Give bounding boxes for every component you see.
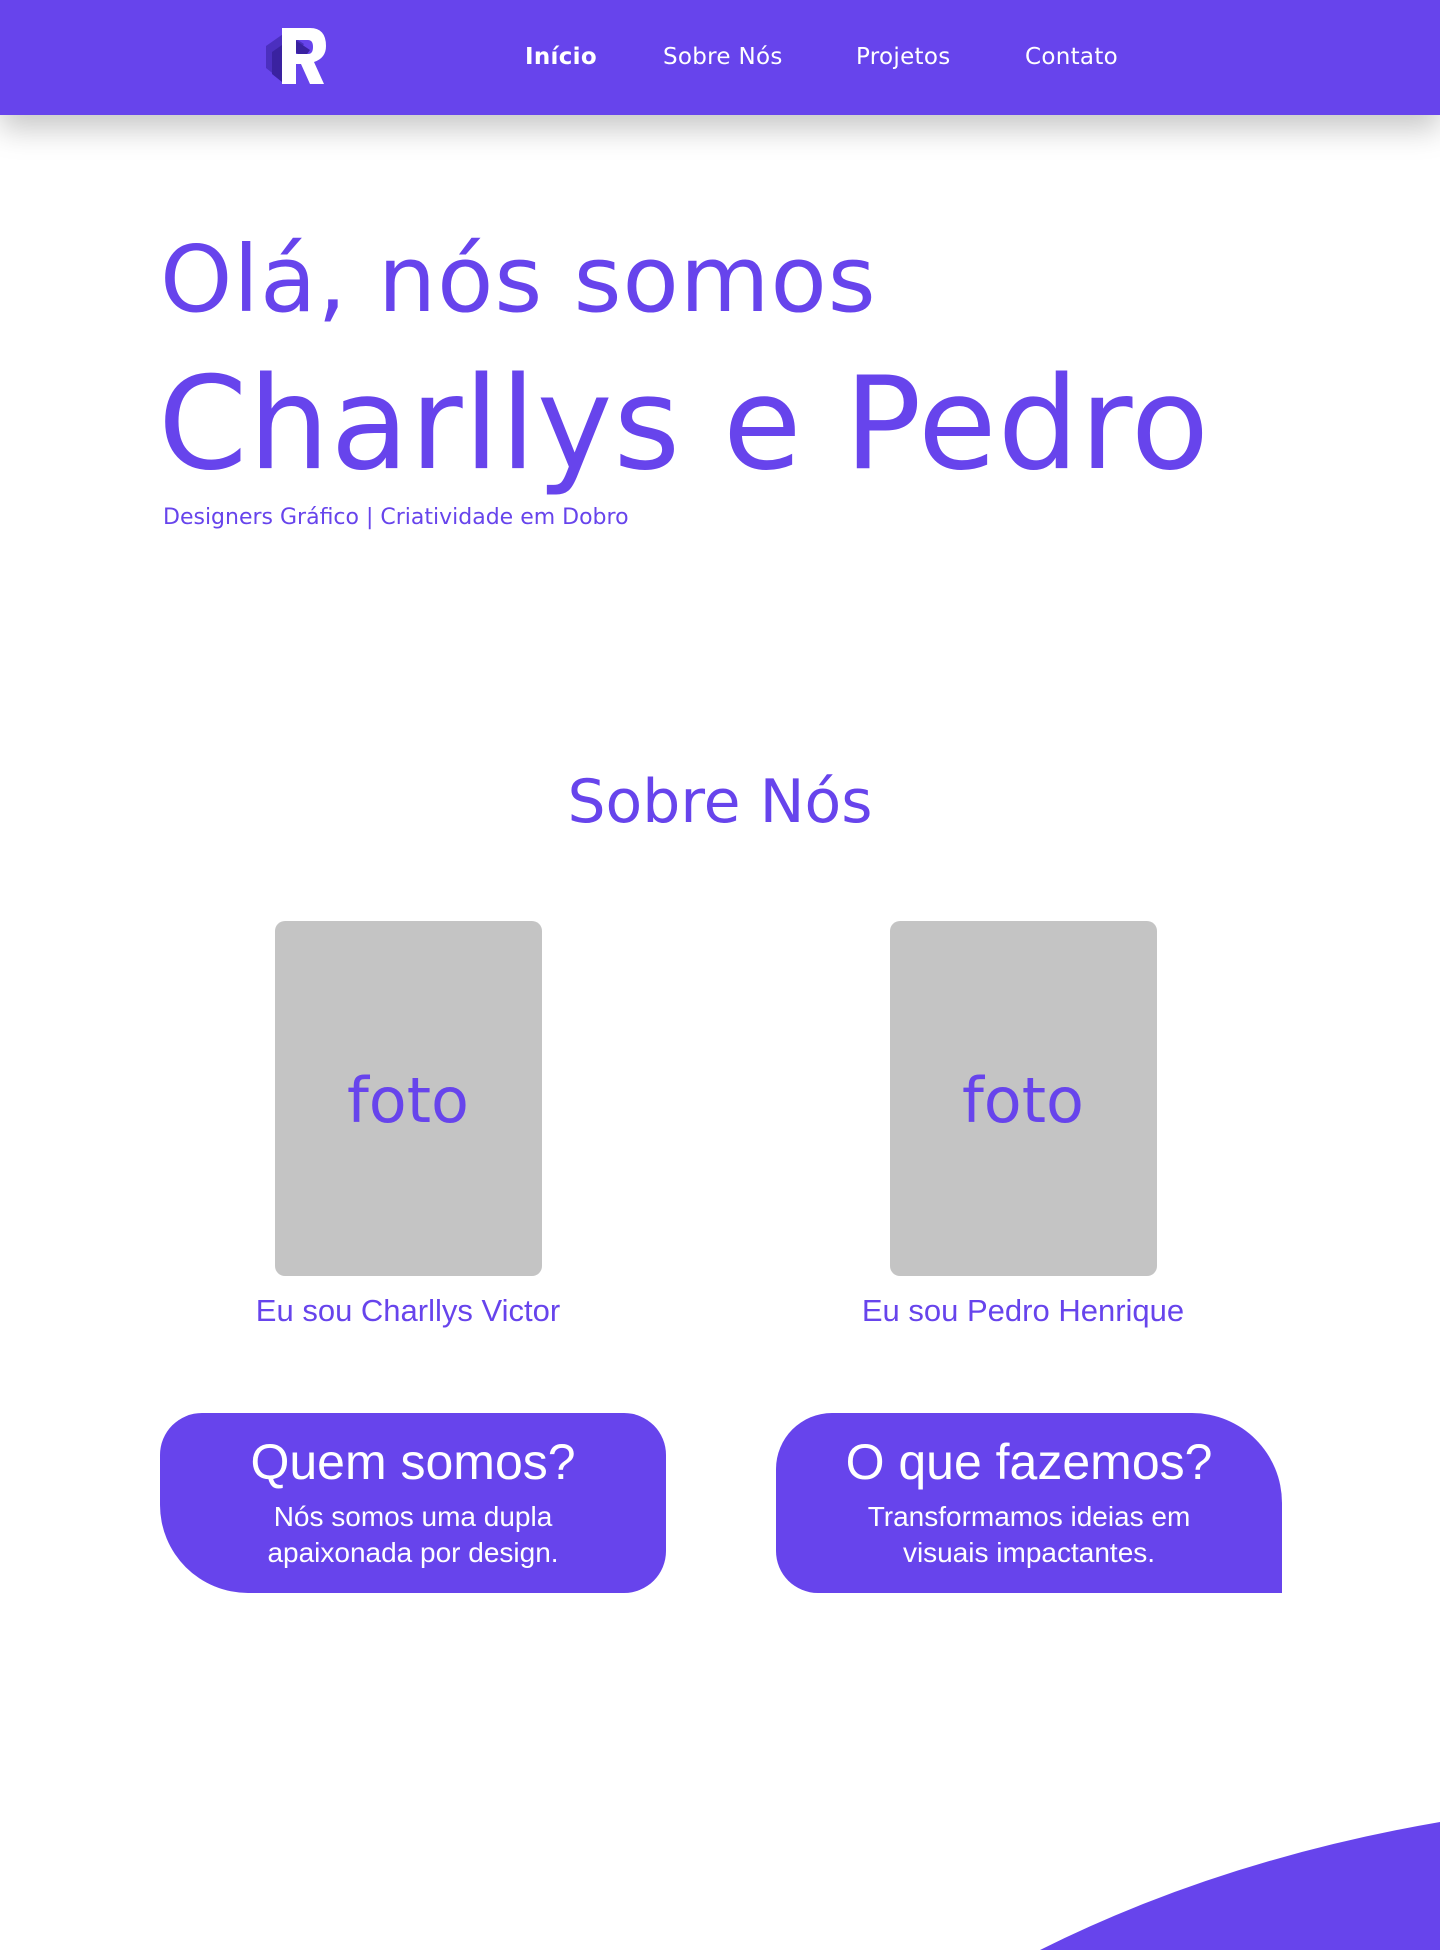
hero-greeting: Olá, nós somos [160,226,877,333]
photo-placeholder: foto [889,921,1157,1276]
wave-shape [1040,1822,1440,1950]
card-title: Quem somos? [250,1434,576,1490]
info-card-o-que-fazemos: O que fazemos? Transformamos ideias em v… [776,1413,1282,1593]
card-text: Transformamos ideias em visuais impactan… [867,1501,1191,1568]
nav-link-projetos[interactable]: Projetos [856,42,951,72]
nav-link-contato[interactable]: Contato [1025,42,1118,72]
section-title-sobre-nos: Sobre Nós [567,767,873,837]
card-text: Nós somos uma dupla apaixonada por desig… [267,1501,559,1568]
photo-placeholder: foto [274,921,542,1276]
card-title: O que fazemos? [845,1434,1213,1490]
info-card-quem-somos: Quem somos? Nós somos uma dupla apaixona… [160,1413,666,1593]
person-name: Eu sou Pedro Henrique [861,1293,1185,1328]
nav-link-sobre-nos[interactable]: Sobre Nós [663,42,783,72]
photo-label: foto [346,1063,469,1137]
person-card-pedro: foto Eu sou Pedro Henrique [813,921,1233,1330]
hero-names: Charllys e Pedro [158,350,1210,499]
main-nav: Início Sobre Nós Projetos Contato [0,0,1440,115]
person-card-charllys: foto Eu sou Charllys Victor [198,921,618,1330]
person-name: Eu sou Charllys Victor [255,1293,561,1328]
photo-label: foto [961,1063,1084,1137]
navbar: Início Sobre Nós Projetos Contato [0,0,1440,115]
nav-link-inicio[interactable]: Início [525,42,597,72]
hero-subtitle: Designers Gráfico | Criatividade em Dobr… [163,505,629,530]
